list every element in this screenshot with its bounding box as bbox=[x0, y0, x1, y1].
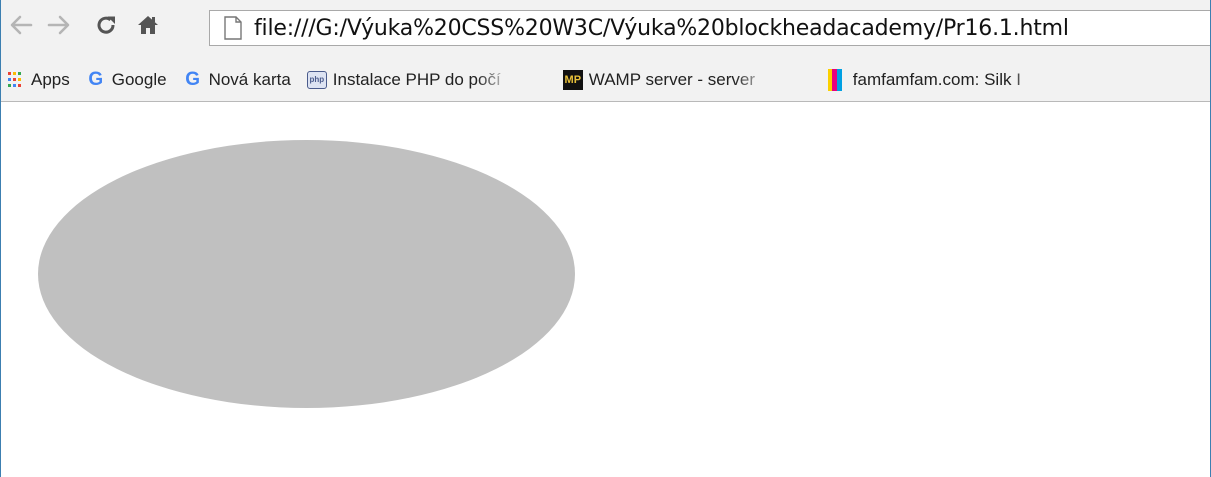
bookmark-famfamfam[interactable]: famfamfam.com: Silk I bbox=[823, 65, 1063, 95]
php-icon: php bbox=[306, 70, 327, 90]
browser-window: file:///G:/Výuka%20CSS%20W3C/Výuka%20blo… bbox=[0, 0, 1211, 477]
address-bar[interactable]: file:///G:/Výuka%20CSS%20W3C/Výuka%20blo… bbox=[209, 10, 1210, 46]
back-button[interactable] bbox=[7, 12, 35, 38]
arrow-right-icon bbox=[47, 15, 70, 35]
bookmarks-bar: Apps G Google G Nová karta php Instalace… bbox=[1, 58, 1210, 102]
browser-toolbar: file:///G:/Výuka%20CSS%20W3C/Výuka%20blo… bbox=[1, 0, 1210, 58]
color-bars-icon bbox=[827, 68, 847, 91]
google-icon: G bbox=[88, 68, 104, 90]
bookmark-label: famfamfam.com: Silk I bbox=[852, 69, 1021, 89]
bookmark-label: Instalace PHP do počí bbox=[332, 69, 501, 89]
forward-button[interactable] bbox=[45, 12, 73, 38]
page-icon bbox=[224, 16, 242, 40]
google-icon: G bbox=[185, 68, 200, 90]
bookmark-label: WAMP server - server bbox=[588, 69, 756, 89]
reload-button[interactable] bbox=[91, 12, 121, 38]
bookmark-label: Apps bbox=[31, 69, 70, 89]
arrow-left-icon bbox=[10, 15, 33, 35]
bookmark-apps[interactable]: Apps bbox=[1, 65, 76, 95]
mp-icon: MP bbox=[562, 69, 583, 90]
bookmark-label: Nová karta bbox=[208, 69, 291, 89]
bookmark-google[interactable]: G Google bbox=[82, 65, 173, 95]
reload-icon bbox=[97, 16, 115, 34]
bookmark-instalace-php[interactable]: php Instalace PHP do počí bbox=[303, 65, 545, 95]
gray-ellipse bbox=[38, 140, 575, 408]
page-content bbox=[1, 102, 1210, 477]
home-button[interactable] bbox=[133, 12, 163, 38]
bookmark-label: Google bbox=[111, 69, 167, 89]
apps-grid-icon bbox=[5, 70, 25, 90]
bookmark-wamp-server[interactable]: MP WAMP server - server bbox=[559, 65, 801, 95]
bookmark-nova-karta[interactable]: G Nová karta bbox=[179, 65, 297, 95]
home-icon bbox=[138, 16, 158, 34]
address-url[interactable]: file:///G:/Výuka%20CSS%20W3C/Výuka%20blo… bbox=[254, 16, 1069, 41]
